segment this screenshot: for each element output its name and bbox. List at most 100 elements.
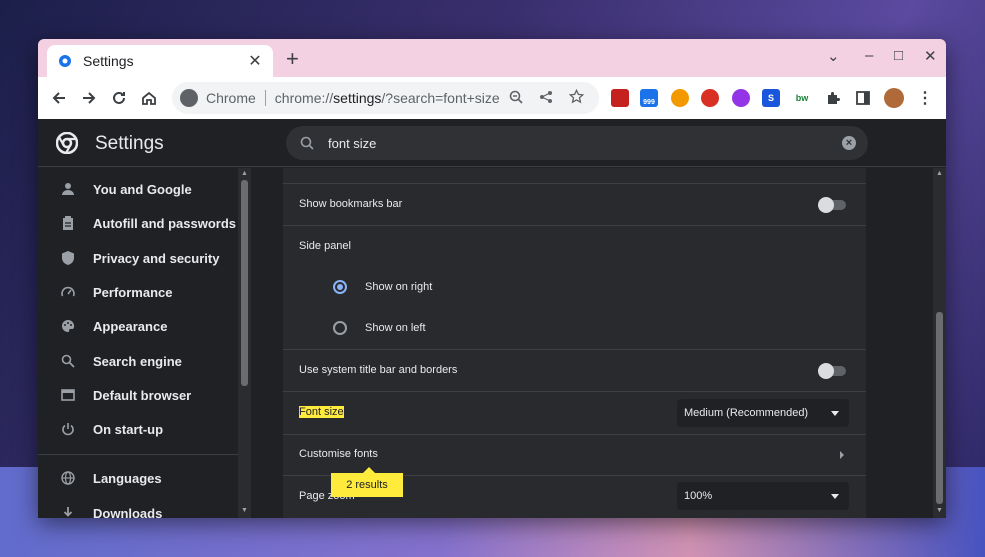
tab-close-icon[interactable]: ✕ [247, 51, 263, 71]
more-menu-icon[interactable]: ⋮ [916, 89, 934, 107]
tab-search-icon[interactable]: ⌄ [827, 47, 840, 65]
system-title-bar-label: Use system title bar and borders [299, 364, 458, 376]
reload-button[interactable] [104, 83, 134, 113]
main-scrollbar[interactable]: ▲ ▼ [933, 168, 946, 518]
speedometer-icon [60, 284, 76, 300]
show-bookmarks-bar-label: Show bookmarks bar [299, 198, 403, 210]
sidebar-item-privacy[interactable]: Privacy and security [38, 241, 238, 275]
book-extension-icon[interactable] [611, 89, 629, 107]
sidebar-item-label: Privacy and security [93, 250, 220, 266]
chrome-site-icon [180, 89, 198, 107]
url-text[interactable]: chrome://settings/?search=font+size [275, 90, 501, 106]
tab-strip: Settings ✕ + ⌄ – □ ✕ [38, 39, 946, 77]
customise-fonts-label: Customise fonts [299, 448, 378, 460]
appearance-card: Show bookmarks bar Side panel Show on ri… [283, 168, 866, 518]
search-results-bubble: 2 results [331, 467, 403, 497]
sidebar-item-languages[interactable]: Languages [38, 461, 238, 495]
sidebar-scrollbar[interactable]: ▲ ▼ [238, 168, 251, 518]
tab-settings[interactable]: Settings ✕ [47, 45, 273, 77]
forward-button[interactable] [74, 83, 104, 113]
sidebar-item-on-start-up[interactable]: On start-up [38, 412, 238, 446]
sidebar-item-label: Search engine [93, 353, 182, 369]
toggle-knob [818, 363, 834, 379]
red-extension-icon[interactable] [701, 89, 719, 107]
search-icon [60, 353, 76, 369]
bw-extension-icon[interactable]: bw [793, 89, 811, 107]
maximize-button[interactable]: □ [894, 47, 903, 64]
globe-icon [60, 470, 76, 486]
scroll-down-arrow-icon[interactable]: ▼ [936, 507, 943, 514]
system-title-bar-toggle[interactable] [818, 363, 846, 379]
toggle-knob [818, 197, 834, 213]
sidebar-item-label: You and Google [93, 181, 192, 197]
main-scroll-thumb[interactable] [936, 312, 943, 504]
sidebar-item-label: On start-up [93, 421, 164, 437]
sidebar-item-autofill[interactable]: Autofill and passwords [38, 206, 238, 240]
s-extension-icon[interactable]: S [762, 89, 780, 107]
side-panel-icon[interactable] [854, 89, 872, 107]
close-window-button[interactable]: ✕ [924, 47, 937, 65]
show-on-left-label[interactable]: Show on left [365, 322, 426, 334]
halfcircle-extension-icon[interactable] [671, 89, 689, 107]
power-icon [60, 421, 76, 437]
sidebar-item-you-and-google[interactable]: You and Google [38, 172, 238, 206]
show-bookmarks-bar-toggle[interactable] [818, 197, 846, 213]
minimize-button[interactable]: – [865, 47, 873, 64]
address-bar[interactable]: Chrome chrome://settings/?search=font+si… [172, 82, 599, 114]
browser-icon [60, 387, 76, 403]
system-title-bar-row[interactable]: Use system title bar and borders [283, 349, 866, 391]
extensions-puzzle-icon[interactable] [824, 89, 842, 107]
settings-header: Settings font size × [38, 119, 946, 167]
new-tab-button[interactable]: + [286, 48, 299, 70]
clear-search-icon[interactable]: × [842, 136, 856, 150]
browser-window: Settings ✕ + ⌄ – □ ✕ Chrome chrome://set… [38, 39, 946, 518]
bookmark-star-icon[interactable] [561, 88, 591, 107]
profile-avatar[interactable] [884, 88, 904, 108]
settings-main: Show bookmarks bar Side panel Show on ri… [251, 168, 946, 518]
reload-icon [113, 91, 125, 104]
side-panel-label: Side panel [299, 240, 351, 252]
omnibox-separator [264, 90, 266, 106]
palette-icon [60, 318, 76, 334]
sidebar-item-label: Downloads [93, 505, 163, 519]
zoom-icon[interactable] [501, 90, 531, 107]
back-button[interactable] [44, 83, 74, 113]
sidebar-item-downloads[interactable]: Downloads [38, 496, 238, 518]
sidebar-item-label: Languages [93, 470, 162, 486]
scroll-up-arrow-icon[interactable]: ▲ [936, 170, 943, 177]
sidebar-item-performance[interactable]: Performance [38, 275, 238, 309]
sidebar-scroll-thumb[interactable] [241, 180, 248, 386]
rss-extension-icon[interactable]: 999 [640, 89, 658, 107]
page-title: Settings [95, 133, 164, 154]
settings-sidebar: You and Google Autofill and passwords Pr… [38, 168, 251, 518]
show-bookmarks-bar-row[interactable]: Show bookmarks bar [283, 183, 866, 225]
clipboard-icon [60, 215, 76, 231]
side-panel-row: Side panel Show on right Show on left [283, 225, 866, 349]
page-zoom-value: 100% [684, 490, 713, 502]
show-on-right-label[interactable]: Show on right [365, 281, 432, 293]
show-on-left-radio[interactable] [333, 321, 347, 335]
sidebar-item-label: Performance [93, 284, 173, 300]
show-on-right-radio[interactable] [333, 280, 347, 294]
settings-search-input[interactable]: font size × [286, 126, 868, 160]
chevron-right-icon [840, 451, 844, 459]
font-size-value: Medium (Recommended) [684, 407, 809, 419]
share-icon[interactable] [531, 90, 561, 107]
scroll-up-arrow-icon[interactable]: ▲ [241, 170, 248, 177]
shield-icon [60, 250, 76, 266]
sidebar-item-search-engine[interactable]: Search engine [38, 344, 238, 378]
arrow-right-icon [83, 92, 96, 104]
sidebar-item-appearance[interactable]: Appearance [38, 309, 238, 343]
download-icon [60, 505, 76, 518]
sidebar-item-default-browser[interactable]: Default browser [38, 378, 238, 412]
home-icon [142, 91, 156, 105]
gear-icon [59, 55, 71, 67]
sidebar-item-label: Appearance [93, 318, 168, 334]
scroll-down-arrow-icon[interactable]: ▼ [241, 507, 248, 514]
search-query[interactable]: font size [328, 136, 842, 151]
page-zoom-select[interactable]: 100% [677, 482, 849, 510]
font-size-select[interactable]: Medium (Recommended) [677, 399, 849, 427]
home-button[interactable] [134, 83, 164, 113]
purple-extension-icon[interactable] [732, 89, 750, 107]
dropdown-caret-icon [831, 410, 839, 416]
